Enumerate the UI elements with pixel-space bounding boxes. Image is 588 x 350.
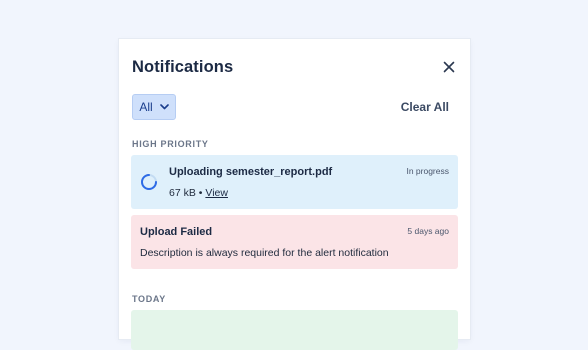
notification-status: In progress	[406, 166, 449, 176]
view-link[interactable]: View	[205, 187, 228, 199]
notification-title: Uploading semester_report.pdf	[169, 166, 333, 178]
spinner-icon	[141, 174, 157, 190]
separator: •	[198, 187, 203, 199]
notification-time: 5 days ago	[407, 226, 449, 236]
section-label-today: TODAY	[132, 294, 167, 304]
section-label-high-priority: HIGH PRIORITY	[132, 139, 209, 149]
notifications-panel: Notifications All Clear All HIGH PRIORIT…	[119, 39, 470, 350]
notification-upload-progress[interactable]: Uploading semester_report.pdf In progres…	[131, 155, 458, 209]
file-size: 67 kB	[169, 187, 196, 199]
close-icon	[443, 61, 455, 73]
panel-title: Notifications	[132, 57, 234, 76]
filter-dropdown[interactable]: All	[132, 94, 176, 120]
notification-today-item[interactable]	[131, 310, 458, 350]
panel-header: Notifications	[132, 56, 458, 78]
notification-title: Upload Failed	[140, 226, 213, 238]
chevron-down-icon	[159, 104, 169, 110]
close-button[interactable]	[440, 58, 458, 76]
notification-details: 67 kB • View	[169, 187, 228, 199]
notification-message: Description is always required for the a…	[140, 247, 389, 259]
panel-toolbar: All Clear All	[132, 94, 458, 120]
filter-label: All	[139, 100, 153, 114]
clear-all-button[interactable]: Clear All	[401, 100, 449, 114]
notification-upload-failed[interactable]: Upload Failed 5 days ago Description is …	[131, 215, 458, 269]
